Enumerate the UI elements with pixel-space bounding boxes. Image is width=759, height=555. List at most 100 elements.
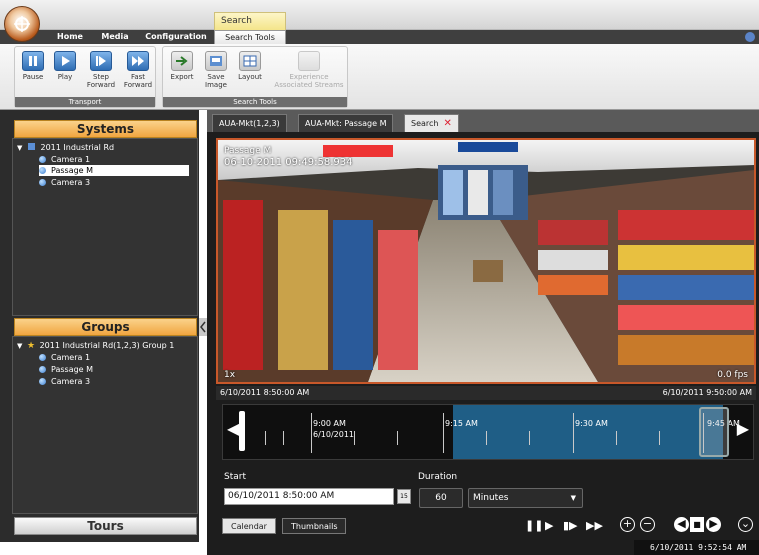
tl-label-930: 9:30 AM bbox=[575, 419, 608, 428]
doc-tab-search-label: Search bbox=[411, 119, 439, 128]
duration-input[interactable]: 60 bbox=[419, 488, 463, 508]
chevron-down-icon: ▼ bbox=[570, 494, 576, 502]
camera-label: Camera 3 bbox=[51, 178, 91, 187]
tab-media[interactable]: Media bbox=[96, 30, 134, 44]
camera-label: Camera 3 bbox=[51, 377, 91, 386]
transport-group: Pause Play Step Forward Fast Forward Tra… bbox=[14, 46, 156, 108]
camera-label: Camera 1 bbox=[51, 353, 91, 362]
calendar-icon[interactable]: 15 bbox=[397, 489, 411, 504]
fast-forward-control-icon[interactable]: ▶▶ bbox=[586, 520, 603, 532]
export-label: Export bbox=[170, 73, 194, 81]
groups-tree: ▼ ★ 2011 Industrial Rd(1,2,3) Group 1 Ca… bbox=[12, 336, 198, 514]
layout-button[interactable]: Layout bbox=[235, 51, 265, 81]
timeline-playhead[interactable] bbox=[699, 407, 729, 457]
context-label-search: Search bbox=[214, 12, 286, 30]
pause-label: Pause bbox=[22, 73, 44, 81]
fast-forward-button[interactable]: Fast Forward bbox=[121, 51, 155, 89]
server-icon bbox=[27, 143, 35, 150]
start-datetime-input[interactable]: 06/10/2011 8:50:00 AM bbox=[224, 488, 394, 505]
tab-configuration[interactable]: Configuration bbox=[140, 30, 212, 44]
timeline-next-arrow-icon[interactable]: ▶ bbox=[737, 419, 749, 438]
tab-thumbnails[interactable]: Thumbnails bbox=[282, 518, 347, 534]
camera-icon bbox=[39, 179, 46, 186]
experience-streams-button[interactable]: Experience Associated Streams bbox=[273, 51, 345, 89]
next-frame-icon[interactable]: ▶ bbox=[706, 517, 721, 532]
layout-label: Layout bbox=[238, 73, 262, 81]
save-image-button[interactable]: Save Image bbox=[201, 51, 231, 89]
tab-search-tools[interactable]: Search Tools bbox=[214, 30, 286, 44]
close-icon[interactable]: ✕ bbox=[443, 118, 451, 129]
zoom-overlay: 1x bbox=[224, 370, 236, 380]
expand-arrow-icon[interactable]: ▼ bbox=[17, 342, 22, 350]
frame-counter-icon[interactable]: ■ bbox=[690, 517, 704, 532]
options-chevron-icon[interactable]: ⌄ bbox=[738, 517, 753, 532]
groups-passage-m[interactable]: Passage M bbox=[39, 364, 93, 375]
tab-calendar[interactable]: Calendar bbox=[222, 518, 276, 534]
tl-label-915: 9:15 AM bbox=[445, 419, 478, 428]
camera-icon bbox=[39, 354, 46, 361]
search-tools-group: Export Save Image Layout Experience Asso… bbox=[162, 46, 348, 108]
tours-button[interactable]: Tours bbox=[14, 517, 197, 535]
timeline-start-handle[interactable] bbox=[239, 411, 245, 451]
duration-unit-select[interactable]: Minutes ▼ bbox=[468, 488, 583, 508]
title-bar bbox=[0, 0, 759, 30]
prev-frame-icon[interactable]: ◀ bbox=[674, 517, 689, 532]
zoom-in-icon[interactable]: + bbox=[620, 517, 635, 532]
star-icon: ★ bbox=[26, 341, 36, 351]
timeline[interactable]: ◀ 9:00 AM 6/10/2011 9:15 AM 9:30 AM 9:45… bbox=[222, 404, 754, 460]
systems-root-label: 2011 Industrial Rd bbox=[40, 143, 115, 152]
pause-button[interactable]: Pause bbox=[19, 51, 47, 81]
expand-arrow-icon[interactable]: ▼ bbox=[17, 144, 22, 152]
camera-label: Passage M bbox=[51, 365, 94, 374]
fast-forward-label: Fast Forward bbox=[123, 73, 153, 89]
collapse-panel-button[interactable] bbox=[199, 318, 207, 336]
pause-control-icon[interactable]: ❚❚ bbox=[525, 520, 543, 532]
video-player[interactable]: Passage M 06-10-2011 09:49:58.934 1x 0.0… bbox=[216, 138, 756, 384]
camera-icon bbox=[39, 366, 46, 373]
start-label: Start bbox=[224, 472, 246, 482]
systems-header[interactable]: Systems bbox=[14, 120, 197, 138]
tab-home[interactable]: Home bbox=[50, 30, 90, 44]
systems-tree: ▼ 2011 Industrial Rd Camera 1 Passage M … bbox=[12, 138, 198, 316]
step-forward-button[interactable]: Step Forward bbox=[83, 51, 119, 89]
save-image-icon bbox=[205, 51, 227, 71]
systems-camera-3[interactable]: Camera 3 bbox=[39, 177, 189, 188]
doc-tab-aua-mkt[interactable]: AUA-Mkt(1,2,3) bbox=[212, 114, 287, 132]
groups-root-item[interactable]: ▼ ★ 2011 Industrial Rd(1,2,3) Group 1 bbox=[17, 340, 174, 351]
time-range-bar: 6/10/2011 8:50:00 AM 6/10/2011 9:50:00 A… bbox=[216, 386, 756, 400]
range-end-label: 6/10/2011 9:50:00 AM bbox=[662, 388, 752, 397]
camera-icon bbox=[39, 378, 46, 385]
zoom-out-icon[interactable]: − bbox=[640, 517, 655, 532]
app-menu-button[interactable] bbox=[4, 6, 40, 42]
timestamp-overlay: 06-10-2011 09:49:58.934 bbox=[224, 157, 353, 168]
export-button[interactable]: Export bbox=[167, 51, 197, 81]
doc-tab-passage-m[interactable]: AUA-Mkt: Passage M bbox=[298, 114, 394, 132]
export-icon bbox=[171, 51, 193, 71]
play-label: Play bbox=[57, 73, 73, 81]
tl-label-900: 9:00 AM bbox=[313, 419, 346, 428]
app-logo-icon bbox=[14, 16, 30, 32]
layout-icon bbox=[239, 51, 261, 71]
play-icon bbox=[54, 51, 76, 71]
play-control-icon[interactable]: ▶ bbox=[545, 520, 553, 532]
pause-icon bbox=[22, 51, 44, 71]
groups-header[interactable]: Groups bbox=[14, 318, 197, 336]
transport-group-label: Transport bbox=[15, 97, 155, 107]
recorded-segment bbox=[453, 405, 723, 459]
search-tools-group-label: Search Tools bbox=[163, 97, 347, 107]
groups-camera-1[interactable]: Camera 1 bbox=[39, 352, 90, 363]
systems-root-item[interactable]: ▼ 2011 Industrial Rd bbox=[17, 142, 114, 153]
systems-camera-1[interactable]: Camera 1 bbox=[39, 154, 189, 165]
fps-overlay: 0.0 fps bbox=[717, 370, 748, 380]
timeline-prev-arrow-icon[interactable]: ◀ bbox=[227, 419, 239, 438]
step-forward-control-icon[interactable]: ▮▶ bbox=[563, 520, 578, 532]
camera-name-overlay: Passage M bbox=[224, 146, 272, 156]
systems-passage-m[interactable]: Passage M bbox=[39, 165, 189, 176]
play-button[interactable]: Play bbox=[51, 51, 79, 81]
groups-root-label: 2011 Industrial Rd(1,2,3) Group 1 bbox=[39, 341, 175, 350]
doc-tab-search[interactable]: Search ✕ bbox=[404, 114, 459, 132]
fast-forward-icon bbox=[127, 51, 149, 71]
help-icon[interactable] bbox=[745, 32, 755, 42]
tl-label-date: 6/10/2011 bbox=[313, 430, 355, 439]
groups-camera-3[interactable]: Camera 3 bbox=[39, 376, 90, 387]
